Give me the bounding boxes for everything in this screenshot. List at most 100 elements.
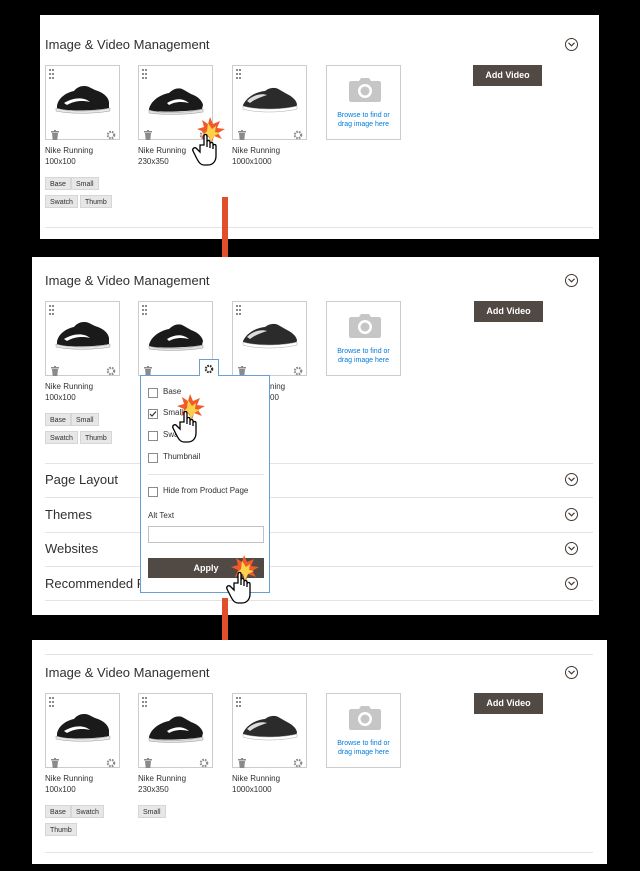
- image-upload-dropzone[interactable]: Browse to find or drag image here: [326, 693, 401, 768]
- image-tile[interactable]: [232, 693, 307, 768]
- drag-handle-icon[interactable]: [142, 697, 148, 707]
- chevron-down-icon[interactable]: [565, 38, 578, 51]
- image-size: 100x100: [45, 393, 76, 402]
- chevron-down-icon[interactable]: [565, 473, 578, 486]
- image-tile[interactable]: [232, 301, 307, 376]
- image-tile[interactable]: [45, 693, 120, 768]
- gear-icon[interactable]: [106, 363, 116, 376]
- gear-icon[interactable]: [106, 127, 116, 140]
- camera-icon: [349, 314, 381, 338]
- role-tag: Base: [45, 805, 71, 818]
- drag-handle-icon[interactable]: [142, 305, 148, 315]
- chevron-down-icon[interactable]: [565, 577, 578, 590]
- checkbox-thumbnail[interactable]: [148, 453, 158, 463]
- drag-handle-icon[interactable]: [49, 69, 55, 79]
- image-size: 1000x1000: [232, 785, 272, 794]
- section-themes[interactable]: Themes: [45, 507, 92, 522]
- drag-handle-icon[interactable]: [142, 69, 148, 79]
- image-size: 100x100: [45, 785, 76, 794]
- divider: [45, 497, 593, 498]
- drag-handle-icon[interactable]: [236, 69, 242, 79]
- gear-icon[interactable]: [199, 755, 209, 768]
- trash-icon[interactable]: [51, 755, 59, 768]
- add-video-button[interactable]: Add Video: [473, 65, 542, 86]
- trash-icon[interactable]: [144, 755, 152, 768]
- checkbox-swatch[interactable]: [148, 431, 158, 441]
- image-name: Nike Running: [45, 774, 94, 783]
- checkbox-hide-from-product-page[interactable]: [148, 487, 158, 497]
- image-tile[interactable]: [232, 65, 307, 140]
- add-video-button[interactable]: Add Video: [474, 301, 543, 322]
- shoe-image: [242, 323, 298, 349]
- alt-text-input[interactable]: [148, 526, 264, 543]
- divider: [45, 227, 593, 228]
- role-tag: Base: [45, 413, 71, 426]
- shoe-image: [148, 716, 204, 743]
- shoe-image: [55, 86, 111, 114]
- image-size: 230x350: [138, 785, 169, 794]
- image-name: Nike Running: [138, 146, 187, 155]
- image-tile[interactable]: [138, 693, 213, 768]
- trash-icon[interactable]: [238, 127, 246, 140]
- section-websites[interactable]: Websites: [45, 541, 98, 556]
- upload-hint[interactable]: Browse to find or drag image here: [327, 347, 400, 365]
- drag-handle-icon[interactable]: [236, 697, 242, 707]
- section-title: Image & Video Management: [45, 665, 210, 680]
- shoe-image: [55, 322, 111, 350]
- shoe-image: [148, 88, 204, 115]
- gear-icon[interactable]: [293, 127, 303, 140]
- shoe-image: [148, 324, 204, 351]
- role-tag: Small: [71, 177, 99, 190]
- alt-text-label: Alt Text: [148, 511, 175, 520]
- chevron-down-icon[interactable]: [565, 666, 578, 679]
- role-tag: Swatch: [45, 431, 78, 444]
- shoe-image: [242, 715, 298, 741]
- image-size-partial: 00: [270, 393, 279, 402]
- image-size: 230x350: [138, 157, 169, 166]
- drag-handle-icon[interactable]: [236, 305, 242, 315]
- shoe-image: [242, 87, 298, 113]
- gear-icon[interactable]: [106, 755, 116, 768]
- camera-icon: [349, 78, 381, 102]
- role-tag: Thumb: [80, 195, 112, 208]
- trash-icon[interactable]: [144, 363, 152, 376]
- checkmark-icon: [149, 411, 157, 417]
- image-name: Nike Running: [45, 382, 94, 391]
- trash-icon[interactable]: [238, 755, 246, 768]
- image-name: Nike Running: [232, 774, 281, 783]
- chevron-down-icon[interactable]: [565, 274, 578, 287]
- trash-icon[interactable]: [51, 363, 59, 376]
- upload-hint[interactable]: Browse to find or drag image here: [327, 111, 400, 129]
- checkbox-small[interactable]: [148, 409, 158, 419]
- upload-hint[interactable]: Browse to find or drag image here: [327, 739, 400, 757]
- add-video-button[interactable]: Add Video: [474, 693, 543, 714]
- popup-gear-tab[interactable]: [199, 359, 219, 376]
- image-tile[interactable]: [45, 301, 120, 376]
- gear-icon[interactable]: [293, 755, 303, 768]
- trash-icon[interactable]: [238, 363, 246, 376]
- divider: [45, 566, 593, 567]
- trash-icon[interactable]: [144, 127, 152, 140]
- section-page-layout[interactable]: Page Layout: [45, 472, 118, 487]
- divider: [45, 600, 593, 601]
- divider: [45, 532, 593, 533]
- drag-handle-icon[interactable]: [49, 305, 55, 315]
- panel-after: Image & Video Management Browse to find …: [32, 640, 607, 864]
- image-size: 100x100: [45, 157, 76, 166]
- chevron-down-icon[interactable]: [565, 508, 578, 521]
- gear-icon[interactable]: [293, 363, 303, 376]
- chevron-down-icon[interactable]: [565, 542, 578, 555]
- image-name-partial: ning: [270, 382, 286, 391]
- image-tile[interactable]: [45, 65, 120, 140]
- checkbox-base[interactable]: [148, 388, 158, 398]
- shoe-image: [55, 714, 111, 742]
- panel-before: Image & Video Management Browse to find …: [40, 15, 599, 239]
- role-tag: Thumb: [80, 431, 112, 444]
- checkbox-label: Thumbnail: [163, 452, 201, 461]
- image-upload-dropzone[interactable]: Browse to find or drag image here: [326, 301, 401, 376]
- camera-icon: [349, 706, 381, 730]
- role-tag: Small: [138, 805, 166, 818]
- drag-handle-icon[interactable]: [49, 697, 55, 707]
- trash-icon[interactable]: [51, 127, 59, 140]
- image-upload-dropzone[interactable]: Browse to find or drag image here: [326, 65, 401, 140]
